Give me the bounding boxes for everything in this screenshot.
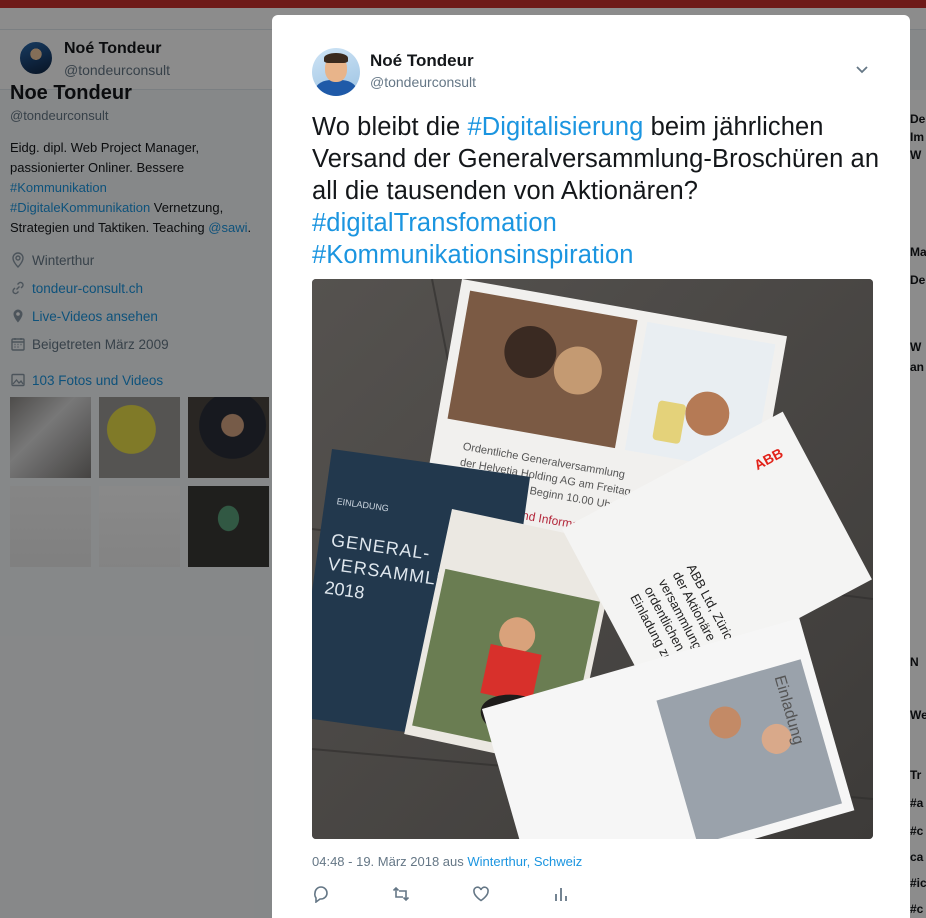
tweet-modal: Noé Tondeur @tondeurconsult Wo bleibt di… <box>272 15 910 918</box>
analytics-button[interactable] <box>552 885 632 909</box>
chevron-down-icon[interactable] <box>854 61 870 77</box>
reply-icon <box>314 886 328 904</box>
timestamp-text: 04:48 - 19. März 2018 aus <box>312 854 468 869</box>
tweet-author-name[interactable]: Noé Tondeur <box>370 51 474 71</box>
analytics-icon <box>555 888 567 901</box>
tweet-text-part: Wo bleibt die <box>312 113 468 141</box>
brochures-photo: Ordentliche Generalversammlung der Helve… <box>312 279 873 839</box>
tweet-photo[interactable]: Ordentliche Generalversammlung der Helve… <box>312 279 873 839</box>
reply-button[interactable] <box>312 885 392 909</box>
tweet-author-handle[interactable]: @tondeurconsult <box>370 74 476 90</box>
tweet-text: Wo bleibt die #Digitalisierung beim jähr… <box>312 111 892 271</box>
tweet-hashtag-link[interactable]: #Digitalisierung <box>467 113 643 141</box>
location-link[interactable]: Winterthur, Schweiz <box>467 854 582 869</box>
retweet-button[interactable] <box>392 885 472 909</box>
like-icon <box>473 886 489 902</box>
tweet-hashtag-link[interactable]: #digitalTransfomation <box>312 209 557 237</box>
tweet-actions <box>312 885 632 909</box>
retweet-icon <box>392 886 410 902</box>
like-button[interactable] <box>472 885 552 909</box>
tweet-timestamp: 04:48 - 19. März 2018 aus Winterthur, Sc… <box>312 854 582 869</box>
tweet-hashtag-link[interactable]: #Kommunikationsinspiration <box>312 241 634 269</box>
avatar[interactable] <box>312 48 360 96</box>
